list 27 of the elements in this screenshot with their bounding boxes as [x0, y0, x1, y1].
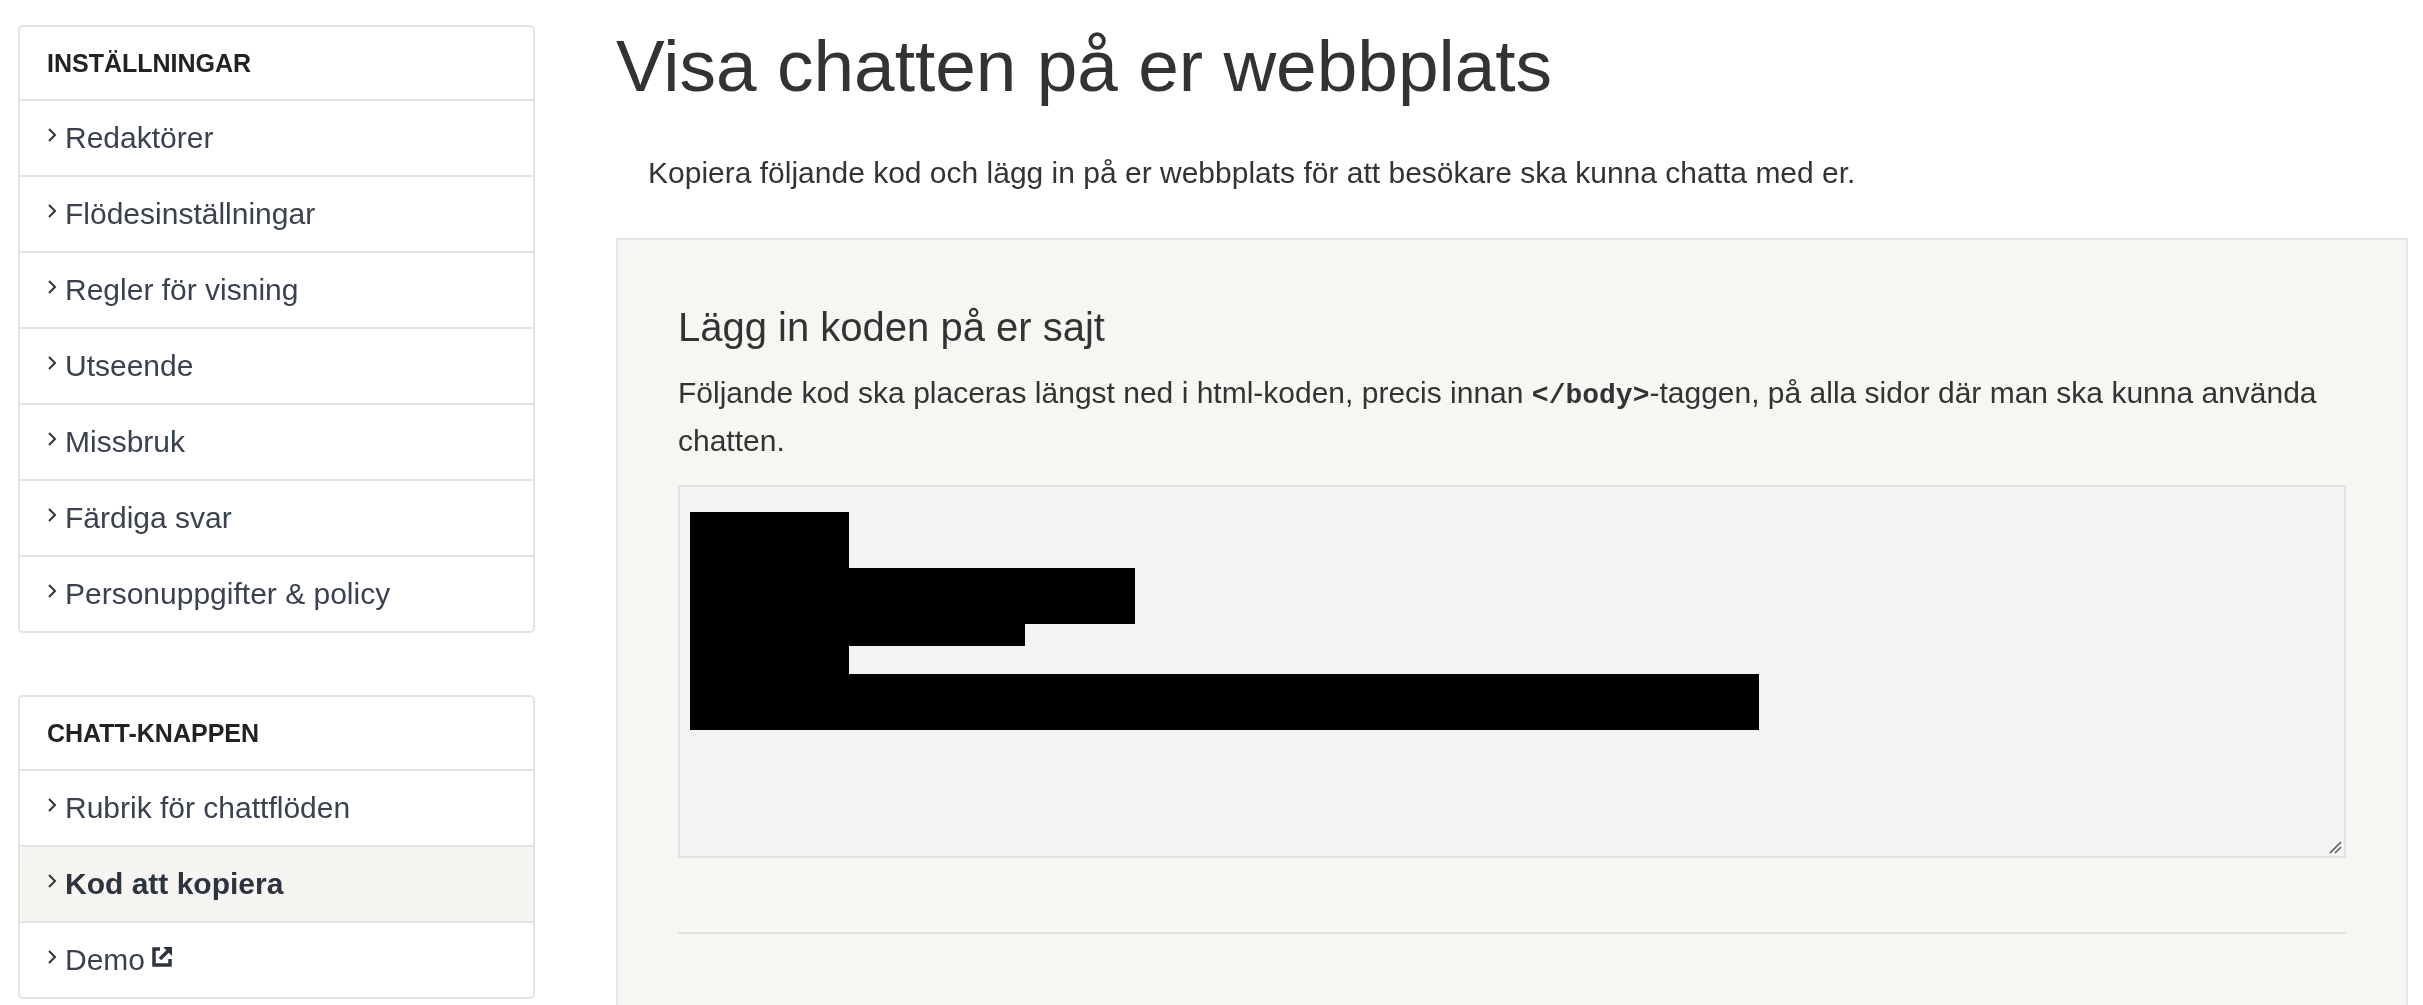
sidebar-item[interactable]: Redaktörer: [20, 101, 533, 177]
chevron-icon: [47, 355, 57, 371]
sidebar-item[interactable]: Färdiga svar: [20, 481, 533, 557]
chevron-icon: [47, 873, 57, 889]
chevron-icon: [47, 797, 57, 813]
sidebar-item[interactable]: Demo: [20, 923, 533, 997]
sidebar-item[interactable]: Personuppgifter & policy: [20, 557, 533, 631]
sidebar-item[interactable]: Regler för visning: [20, 253, 533, 329]
section-title: INSTÄLLNINGAR: [20, 27, 533, 101]
chevron-icon: [47, 507, 57, 523]
chevron-icon: [47, 279, 57, 295]
instruction-text: Följande kod ska placeras längst ned i html-koden, precis innan </body>-taggen, på alla sidor där man ska kunna använda chatten.: [678, 375, 2318, 459]
sidebar-item[interactable]: Missbruk: [20, 405, 533, 481]
sidebar-item[interactable]: Kod att kopiera: [20, 847, 533, 923]
chevron-icon: [47, 583, 57, 599]
chevron-icon: [47, 127, 57, 143]
intro-text: Kopiera följande kod och lägg in på er webbplats för att besökare ska kunna chatta med er.: [648, 156, 1857, 190]
page-title: Visa chatten på er webbplats: [616, 24, 1554, 108]
panel-heading: Lägg in koden på er sajt: [678, 305, 1106, 350]
code-text-area[interactable]: [678, 485, 2346, 858]
resize-handle-icon[interactable]: [2328, 840, 2342, 854]
sidebar-item[interactable]: Utseende: [20, 329, 533, 405]
sidebar-item[interactable]: Flödesinställningar: [20, 177, 533, 253]
section-title: CHATT-KNAPPEN: [20, 697, 533, 771]
chevron-icon: [47, 431, 57, 447]
chevron-icon: [47, 949, 57, 965]
chevron-icon: [47, 203, 57, 219]
